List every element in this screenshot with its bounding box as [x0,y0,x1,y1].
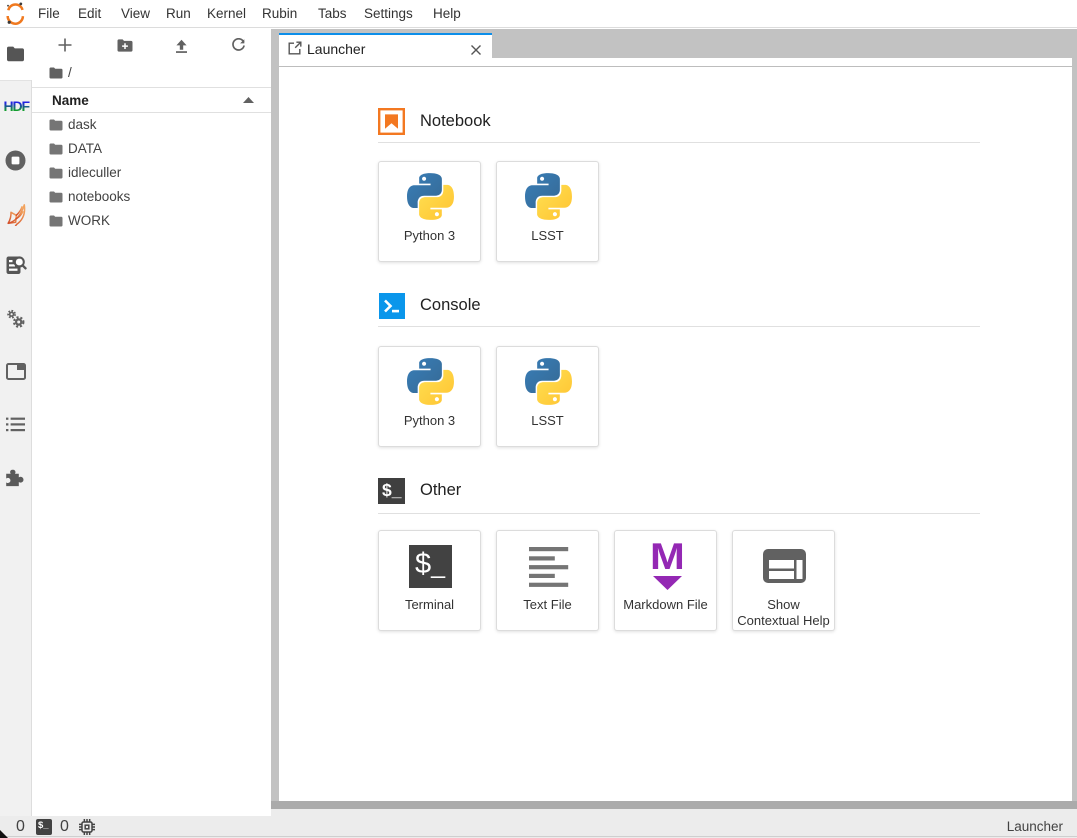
svg-text:HDF: HDF [4,98,31,114]
